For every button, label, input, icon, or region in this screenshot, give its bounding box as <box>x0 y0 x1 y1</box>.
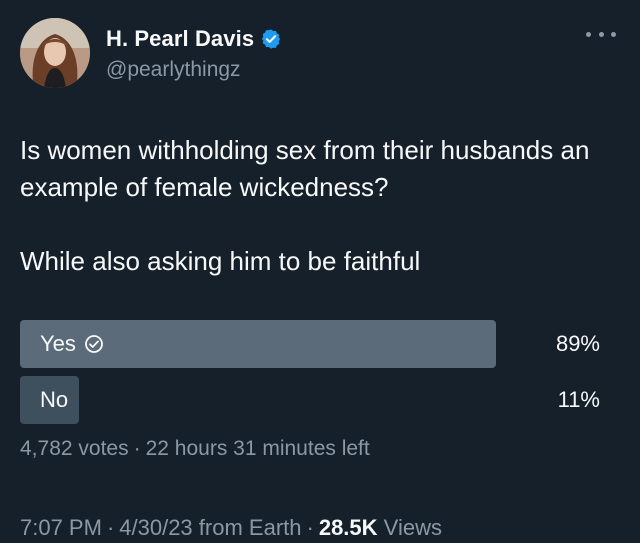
more-options-icon[interactable] <box>586 24 616 44</box>
poll-option-percent: 11% <box>557 387 600 412</box>
poll-option-no: No 11% <box>20 376 600 424</box>
tweet-timestamp: 7:07 PM · 4/30/23 from Earth · 28.5K Views <box>20 515 442 541</box>
tweet-source: from Earth <box>198 515 302 540</box>
separator: · <box>106 515 115 540</box>
author-display-name[interactable]: H. Pearl Davis <box>106 26 254 52</box>
verified-badge-icon <box>260 28 282 50</box>
tweet-text-paragraph: While also asking him to be faithful <box>20 246 421 276</box>
poll: Yes 89% No 11% <box>20 320 600 432</box>
poll-option-percent: 89% <box>555 331 600 356</box>
poll-time-left: 22 hours 31 minutes left <box>145 437 370 460</box>
poll-option-label: No <box>40 387 69 412</box>
tweet-time[interactable]: 7:07 PM <box>20 515 102 540</box>
tweet-body: Is women withholding sex from their husb… <box>20 132 620 280</box>
avatar-image <box>20 18 90 88</box>
tweet-text-paragraph: Is women withholding sex from their husb… <box>20 135 590 202</box>
separator: · <box>133 437 141 460</box>
poll-option-label: Yes <box>40 331 76 356</box>
poll-option-yes: Yes 89% <box>20 320 600 368</box>
views-count[interactable]: 28.5K <box>319 515 378 540</box>
author-handle[interactable]: @pearlythingz <box>106 58 241 82</box>
author-name-row: H. Pearl Davis <box>106 24 282 54</box>
avatar[interactable] <box>20 18 90 88</box>
poll-vote-count: 4,782 votes <box>20 437 129 460</box>
check-circle-icon <box>84 334 104 354</box>
separator: · <box>306 515 314 540</box>
poll-meta: 4,782 votes · 22 hours 31 minutes left <box>20 437 370 461</box>
tweet-date[interactable]: 4/30/23 <box>119 515 192 540</box>
tweet-header: H. Pearl Davis @pearlythingz <box>20 18 620 88</box>
views-label: Views <box>383 515 442 540</box>
